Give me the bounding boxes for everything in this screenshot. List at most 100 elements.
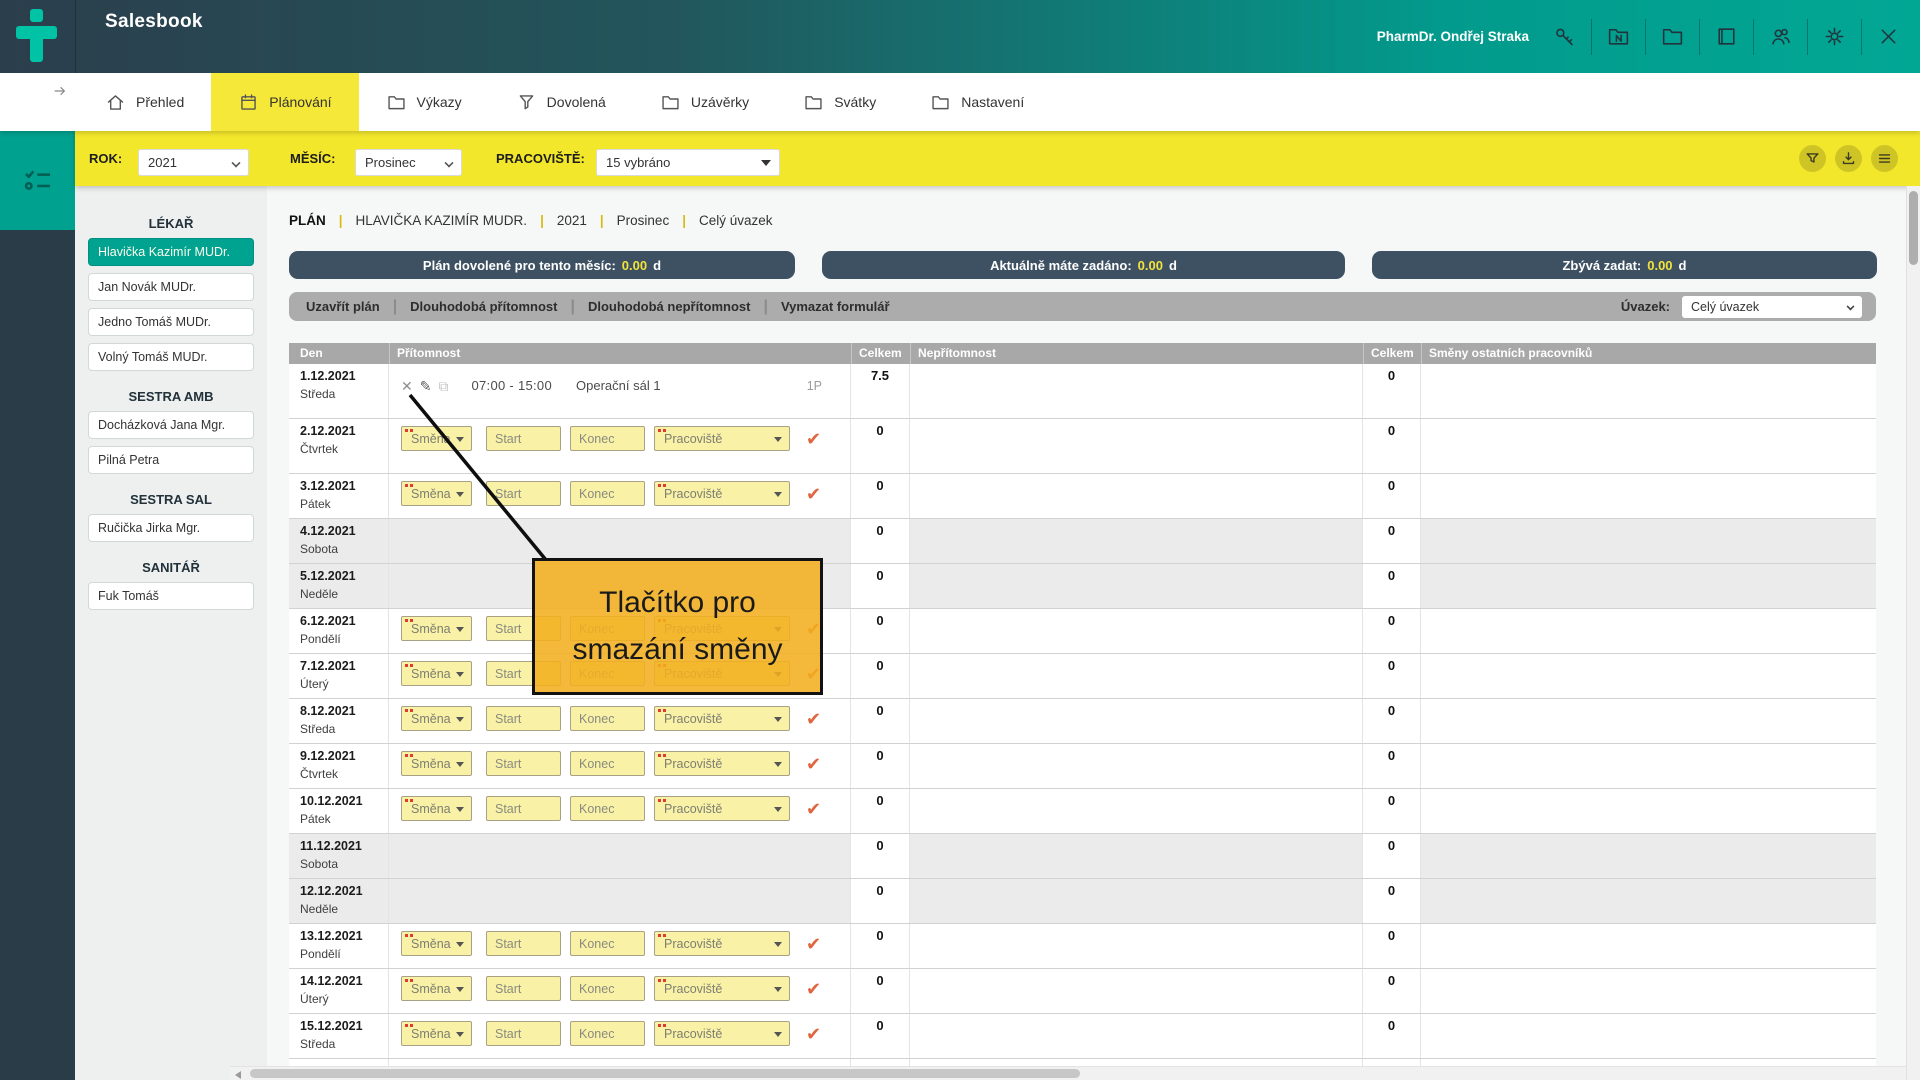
sidebar-item-staff[interactable]: Hlavička Kazimír MUDr. — [88, 238, 254, 266]
key-icon[interactable] — [1551, 23, 1578, 50]
table-row: 5.12.2021Neděle00 — [289, 564, 1876, 609]
presence-cell: Směna Pracoviště ✔ — [389, 789, 851, 833]
start-time-input[interactable] — [486, 426, 561, 451]
tab-svátky[interactable]: Svátky — [776, 73, 903, 131]
shift-type-select[interactable]: Směna — [401, 1021, 472, 1046]
sidebar-item-staff[interactable]: Fuk Tomáš — [88, 582, 254, 610]
sidebar-item-staff[interactable]: Volný Tomáš MUDr. — [88, 343, 254, 371]
end-time-input[interactable] — [570, 931, 645, 956]
confirm-shift-button[interactable]: ✔ — [806, 430, 821, 448]
workplace-select[interactable]: Pracoviště — [654, 976, 790, 1001]
shift-type-select[interactable]: Směna — [401, 616, 472, 641]
folder-note-icon[interactable] — [1605, 23, 1632, 50]
shift-type-select[interactable]: Směna — [401, 661, 472, 686]
download-button[interactable] — [1835, 145, 1862, 172]
gear-icon[interactable] — [1821, 23, 1848, 50]
delete-shift-icon[interactable]: ✕ — [401, 379, 413, 393]
menu-button[interactable] — [1871, 145, 1898, 172]
start-time-input[interactable] — [486, 931, 561, 956]
copy-shift-icon[interactable]: ⧉ — [438, 379, 448, 393]
users-icon[interactable] — [1767, 23, 1794, 50]
sidebar-item-staff[interactable]: Pilná Petra — [88, 446, 254, 474]
shift-type-select[interactable]: Směna — [401, 751, 472, 776]
calendar-icon — [238, 92, 259, 113]
shift-type-select[interactable]: Směna — [401, 426, 472, 451]
workplace-select[interactable]: Pracoviště — [654, 931, 790, 956]
workplace-select[interactable]: Pracoviště — [654, 796, 790, 821]
tab-plánování[interactable]: Plánování — [211, 73, 358, 131]
start-time-input[interactable] — [486, 976, 561, 1001]
year-select[interactable]: 2021 — [138, 149, 249, 176]
horizontal-scrollbar[interactable] — [230, 1066, 1906, 1080]
row-date: 2.12.2021 — [300, 424, 388, 438]
confirm-shift-button[interactable]: ✔ — [806, 800, 821, 818]
shift-type-select[interactable]: Směna — [401, 481, 472, 506]
tab-label: Nastavení — [961, 94, 1024, 110]
tab-nastavení[interactable]: Nastavení — [903, 73, 1051, 131]
tab-výkazy[interactable]: Výkazy — [359, 73, 489, 131]
confirm-shift-button[interactable]: ✔ — [806, 710, 821, 728]
end-time-input[interactable] — [570, 751, 645, 776]
tab-label: Uzávěrky — [691, 94, 749, 110]
header-icon-divider — [1861, 19, 1862, 55]
absence-total-cell: 0 — [1363, 519, 1421, 563]
shift-type-select[interactable]: Směna — [401, 931, 472, 956]
sidebar-item-staff[interactable]: Ručička Jirka Mgr. — [88, 514, 254, 542]
end-time-input[interactable] — [570, 481, 645, 506]
filter-icon — [1804, 150, 1821, 167]
folder-icon — [660, 92, 681, 113]
start-time-input[interactable] — [486, 481, 561, 506]
horizontal-scrollbar-thumb[interactable] — [250, 1069, 1080, 1078]
sidebar-item-staff[interactable]: Docházková Jana Mgr. — [88, 411, 254, 439]
uvazek-select[interactable]: Celý úvazek — [1682, 296, 1862, 318]
end-time-input[interactable] — [570, 706, 645, 731]
vertical-scrollbar[interactable] — [1906, 186, 1920, 1080]
end-time-input[interactable] — [570, 796, 645, 821]
scroll-left-arrow-icon[interactable] — [235, 1071, 241, 1079]
workplace-filter-select[interactable]: 15 vybráno — [596, 149, 780, 176]
toolbar-button[interactable]: Uzavřít plán — [293, 299, 393, 314]
plan-toolbar: Uzavřít plán|Dlouhodobá přítomnost|Dlouh… — [289, 292, 1876, 321]
window-icon[interactable] — [1713, 23, 1740, 50]
checklist-icon[interactable] — [0, 131, 75, 230]
confirm-shift-button[interactable]: ✔ — [806, 485, 821, 503]
workplace-select[interactable]: Pracoviště — [654, 1021, 790, 1046]
start-time-input[interactable] — [486, 1021, 561, 1046]
staff-group-title: SESTRA SAL — [75, 492, 267, 507]
edit-shift-icon[interactable]: ✎ — [420, 379, 432, 393]
end-time-input[interactable] — [570, 1021, 645, 1046]
toolbar-button[interactable]: Dlouhodobá nepřítomnost — [575, 299, 763, 314]
folder-icon[interactable] — [1659, 23, 1686, 50]
sidebar-item-staff[interactable]: Jan Novák MUDr. — [88, 273, 254, 301]
shift-type-select[interactable]: Směna — [401, 976, 472, 1001]
confirm-shift-button[interactable]: ✔ — [806, 935, 821, 953]
start-time-input[interactable] — [486, 706, 561, 731]
end-time-input[interactable] — [570, 426, 645, 451]
workplace-select[interactable]: Pracoviště — [654, 481, 790, 506]
toolbar-button[interactable]: Dlouhodobá přítomnost — [397, 299, 570, 314]
filter-button[interactable] — [1799, 145, 1826, 172]
workplace-select[interactable]: Pracoviště — [654, 751, 790, 776]
start-time-input[interactable] — [486, 751, 561, 776]
confirm-shift-button[interactable]: ✔ — [806, 1025, 821, 1043]
sidebar-item-staff[interactable]: Jedno Tomáš MUDr. — [88, 308, 254, 336]
tab-uzávěrky[interactable]: Uzávěrky — [633, 73, 776, 131]
workplace-select[interactable]: Pracoviště — [654, 426, 790, 451]
workplace-select[interactable]: Pracoviště — [654, 706, 790, 731]
confirm-shift-button[interactable]: ✔ — [806, 755, 821, 773]
tab-přehled[interactable]: Přehled — [78, 73, 211, 131]
expand-arrow-icon[interactable] — [52, 83, 68, 99]
shift-type-select[interactable]: Směna — [401, 796, 472, 821]
close-icon[interactable] — [1875, 23, 1902, 50]
confirm-shift-button[interactable]: ✔ — [806, 980, 821, 998]
plan-table: 1.12.2021Středa✕✎⧉07:00 - 15:00Operační … — [289, 364, 1876, 1080]
month-select[interactable]: Prosinec — [355, 149, 462, 176]
start-time-input[interactable] — [486, 796, 561, 821]
shift-type-select[interactable]: Směna — [401, 706, 472, 731]
end-time-input[interactable] — [570, 976, 645, 1001]
vertical-scrollbar-thumb[interactable] — [1909, 191, 1918, 265]
tab-dovolená[interactable]: Dovolená — [489, 73, 633, 131]
toolbar-button[interactable]: Vymazat formulář — [768, 299, 903, 314]
summary-banner: Zbývá zadat:0.00d — [1372, 251, 1877, 279]
absence-total-cell: 0 — [1363, 789, 1421, 833]
